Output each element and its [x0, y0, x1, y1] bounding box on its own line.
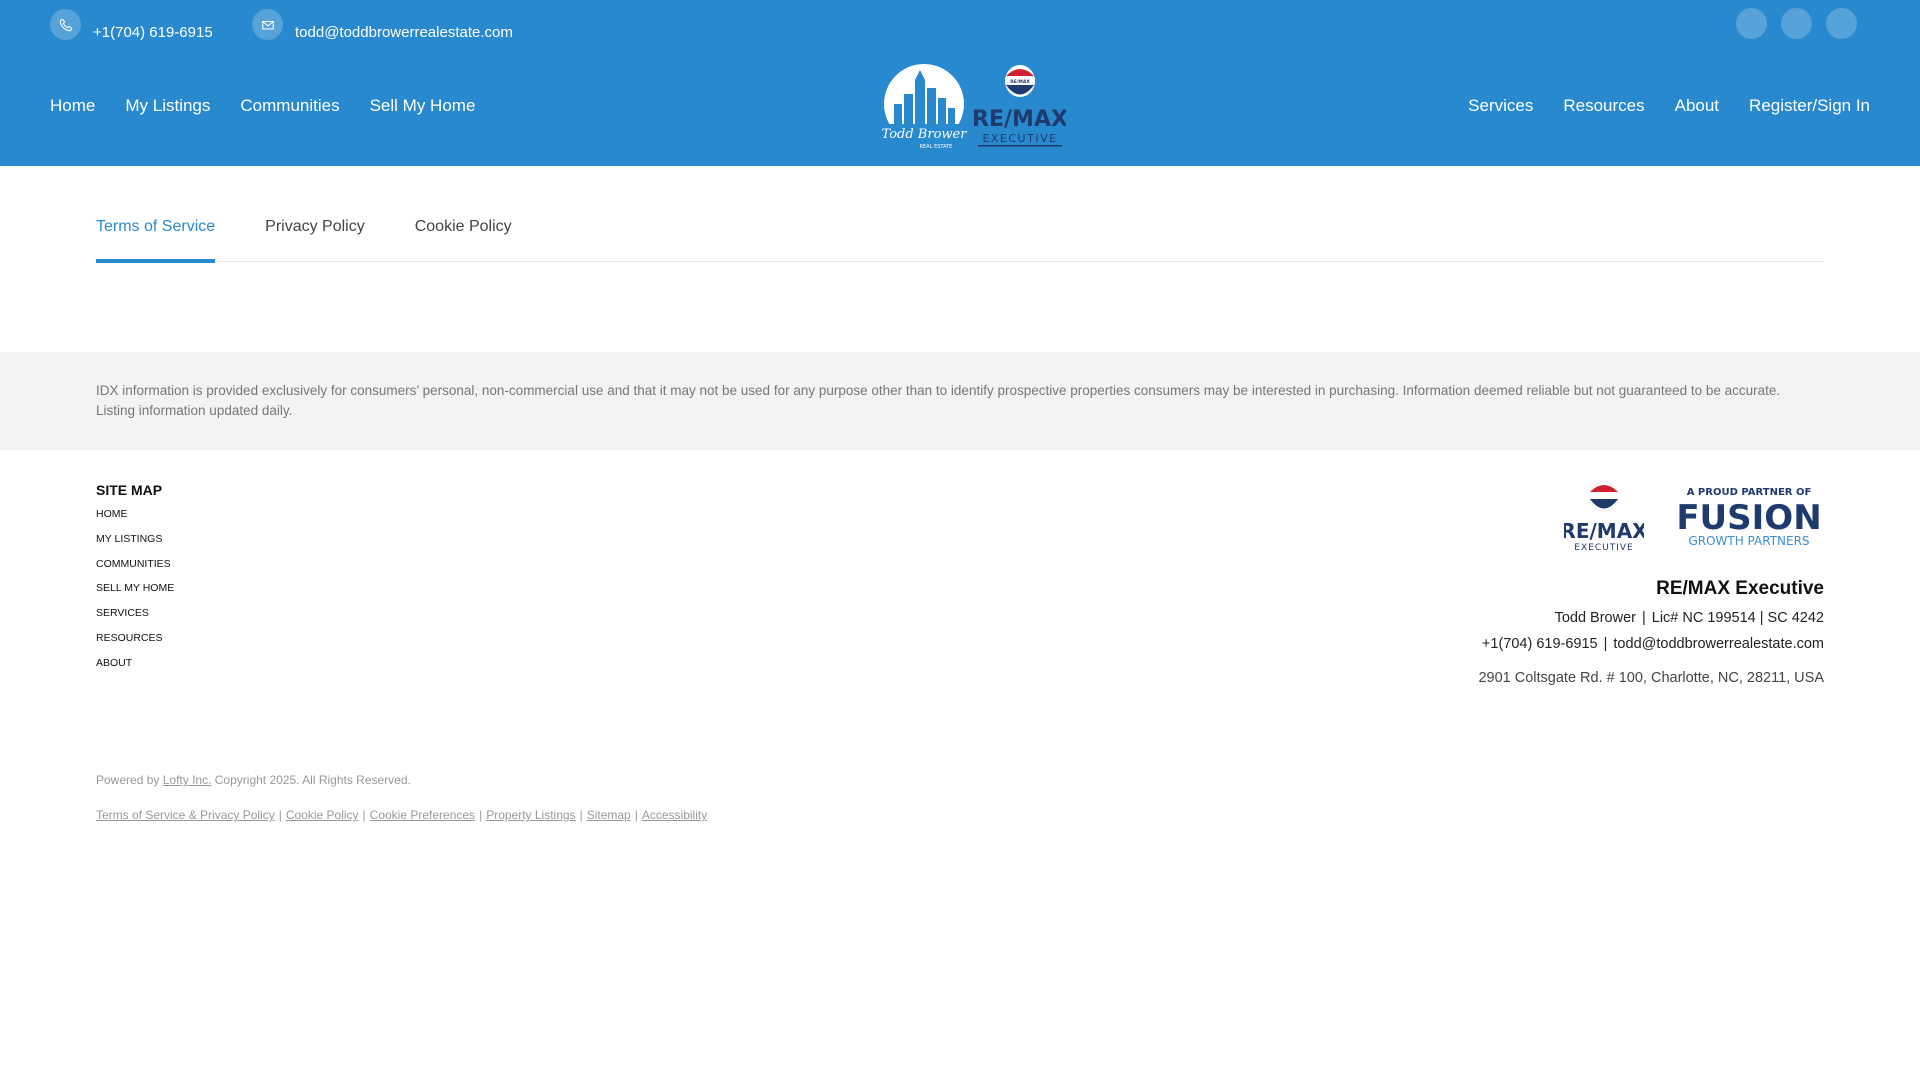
primary-nav-right: Services Resources About Register/Sign I… — [1468, 96, 1870, 116]
nav-sell-my-home[interactable]: Sell My Home — [370, 96, 476, 116]
tab-terms-of-service[interactable]: Terms of Service — [96, 214, 216, 263]
topbar-phone[interactable]: +1(704) 619-6915 — [50, 8, 213, 41]
sitemap-item-about[interactable]: ABOUT — [96, 657, 174, 682]
remax-balloon-icon: RE/MAX — [1005, 65, 1035, 97]
link-cookie-policy[interactable]: Cookie Policy — [286, 808, 359, 822]
sitemap-item-sell-my-home[interactable]: SELL MY HOME — [96, 582, 174, 607]
license-number: Lic# NC 199514 | SC 4242 — [1651, 610, 1824, 626]
powered-by: Powered by Lofty Inc. Copyright 2025. Al… — [96, 773, 411, 787]
partner-main-text: FUSION — [1676, 498, 1821, 538]
link-cookie-preferences[interactable]: Cookie Preferences — [370, 808, 475, 822]
topbar-email[interactable]: todd@toddbrowerrealestate.com — [252, 8, 513, 41]
agent-name: Todd Brower — [1554, 610, 1636, 626]
footer-remax-text: RE/MAX — [1564, 519, 1644, 543]
social-links — [1736, 8, 1857, 39]
office-address: 2901 Coltsgate Rd. # 100, Charlotte, NC,… — [1478, 670, 1824, 686]
contact-line: +1(704) 619-6915 | todd@toddbrowerrealesta… — [1478, 636, 1824, 652]
sitemap-item-communities[interactable]: COMMUNITIES — [96, 558, 174, 583]
sitemap-item-my-listings[interactable]: MY LISTINGS — [96, 533, 174, 558]
footer-executive-text: EXECUTIVE — [1574, 543, 1633, 552]
site-logo[interactable]: Todd Brower REAL ESTATE RE/MAX RE/MAX EX… — [876, 64, 1068, 154]
logo-remax: RE/MAX — [972, 107, 1066, 132]
lofty-link[interactable]: Lofty Inc. — [163, 773, 212, 787]
office-phone-link[interactable]: +1(704) 619-6915 — [1482, 636, 1598, 652]
agent-license-line: Todd Brower | Lic# NC 199514 | SC 4242 — [1478, 610, 1824, 626]
sitemap-title: SITE MAP — [96, 482, 163, 498]
sitemap-item-home[interactable]: HOME — [96, 508, 174, 533]
tab-privacy-policy[interactable]: Privacy Policy — [265, 214, 365, 262]
policy-tabs: Terms of Service Privacy Policy Cookie P… — [96, 214, 1824, 263]
email-address[interactable]: todd@toddbrowerrealestate.com — [295, 24, 513, 41]
logo-sub: REAL ESTATE — [920, 144, 953, 150]
nav-about[interactable]: About — [1675, 96, 1719, 116]
tab-cookie-policy[interactable]: Cookie Policy — [415, 214, 512, 262]
mail-icon[interactable] — [252, 9, 283, 40]
register-signin-link[interactable]: Register/Sign In — [1749, 96, 1870, 116]
footer-sitemap: SITE MAP HOME MY LISTINGS COMMUNITIES SE… — [96, 482, 174, 682]
nav-communities[interactable]: Communities — [240, 96, 339, 116]
logo-script-name: Todd Brower — [882, 127, 968, 142]
balloon-text: RE/MAX — [1010, 79, 1030, 85]
linkedin-icon[interactable] — [1826, 8, 1857, 39]
office-info: RE/MAX Executive Todd Brower | Lic# NC 199… — [1478, 578, 1824, 686]
office-name: RE/MAX Executive — [1656, 578, 1824, 599]
link-terms-privacy[interactable]: Terms of Service & Privacy Policy — [96, 808, 275, 822]
logo-executive: EXECUTIVE — [982, 132, 1057, 145]
powered-prefix: Powered by — [96, 773, 160, 787]
phone-number[interactable]: +1(704) 619-6915 — [93, 24, 213, 41]
idx-disclaimer: IDX information is provided exclusively … — [96, 383, 1781, 418]
remax-executive-logo: RE/MAX EXECUTIVE — [1564, 480, 1644, 552]
nav-home[interactable]: Home — [50, 96, 95, 116]
nav-my-listings[interactable]: My Listings — [125, 96, 210, 116]
link-property-listings[interactable]: Property Listings — [486, 808, 575, 822]
site-header: +1(704) 619-6915 todd@toddbrowerrealesta… — [0, 0, 1920, 166]
primary-nav-left: Home My Listings Communities Sell My Hom… — [50, 96, 475, 116]
separator: | — [1603, 636, 1608, 652]
separator: | — [1641, 610, 1646, 626]
idx-disclaimer-band: IDX information is provided exclusively … — [0, 352, 1920, 450]
sitemap-item-services[interactable]: SERVICES — [96, 607, 174, 632]
legal-links: Terms of Service & Privacy Policy | Cookie… — [96, 808, 708, 822]
logo-graphic: Todd Brower REAL ESTATE RE/MAX RE/MAX EX… — [882, 64, 1068, 150]
sitemap-item-resources[interactable]: RESOURCES — [96, 632, 174, 657]
facebook-icon[interactable] — [1736, 8, 1767, 39]
office-email-link[interactable]: todd@toddbrowerrealestate.com — [1613, 636, 1824, 652]
instagram-icon[interactable] — [1781, 8, 1812, 39]
nav-services[interactable]: Services — [1468, 96, 1533, 116]
nav-resources[interactable]: Resources — [1563, 96, 1644, 116]
partner-sub-text: GROWTH PARTNERS — [1688, 534, 1809, 548]
link-sitemap[interactable]: Sitemap — [587, 808, 631, 822]
fusion-partner-logo: A PROUD PARTNER OF FUSION GROWTH PARTNER… — [1676, 487, 1821, 548]
phone-icon[interactable] — [50, 9, 81, 40]
footer-logos: RE/MAX EXECUTIVE A PROUD PARTNER OF FUSI… — [1564, 480, 1824, 552]
partner-top-text: A PROUD PARTNER OF — [1687, 487, 1812, 498]
link-accessibility[interactable]: Accessibility — [642, 808, 707, 822]
copyright-text: Copyright 2025. All Rights Reserved. — [214, 773, 411, 787]
